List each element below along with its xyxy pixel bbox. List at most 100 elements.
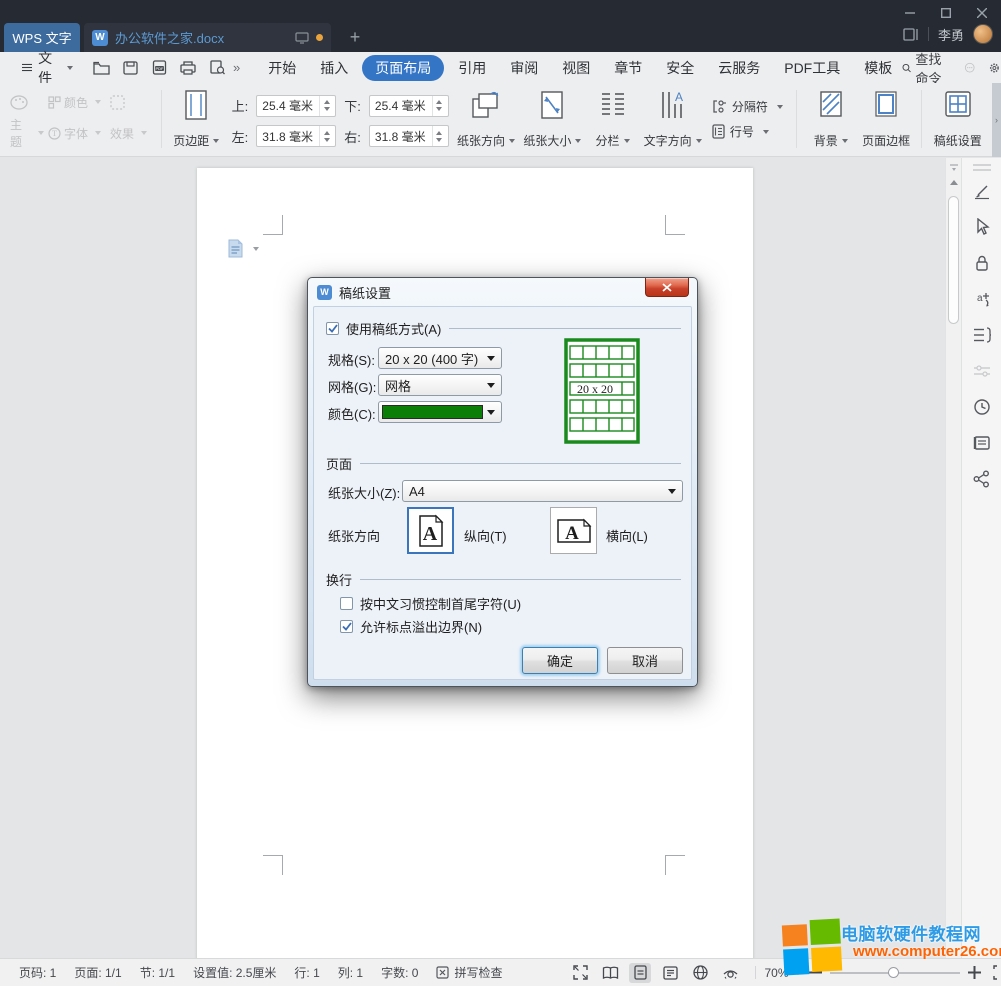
share-icon[interactable] bbox=[964, 461, 1000, 497]
avatar[interactable] bbox=[973, 24, 993, 44]
tab-cloud[interactable]: 云服务 bbox=[708, 55, 770, 81]
eye-protect-icon[interactable] bbox=[719, 963, 741, 983]
columns-button[interactable]: 分栏 bbox=[586, 88, 640, 150]
columns-label: 分栏 bbox=[596, 132, 620, 149]
use-manuscript-checkbox[interactable] bbox=[326, 322, 339, 335]
margin-bottom-spinner[interactable] bbox=[432, 96, 446, 116]
user-name[interactable]: 李勇 bbox=[938, 25, 964, 44]
select-cursor-icon[interactable] bbox=[964, 209, 1000, 245]
text-direction-button[interactable]: A 文字方向 bbox=[640, 88, 706, 150]
dialog-close-button[interactable] bbox=[645, 278, 689, 297]
margin-left-input[interactable] bbox=[257, 129, 319, 143]
manuscript-grid-button[interactable]: 稿纸设置 bbox=[929, 88, 986, 150]
theme-effects-label: 效果 bbox=[110, 125, 134, 142]
status-section[interactable]: 节: 1/1 bbox=[131, 964, 184, 981]
status-setting-value[interactable]: 设置值: 2.5厘米 bbox=[184, 964, 285, 981]
margin-top-label: 上: bbox=[232, 96, 249, 115]
status-column[interactable]: 列: 1 bbox=[329, 964, 372, 981]
background-button[interactable]: 背景 bbox=[804, 88, 858, 150]
web-layout-view-icon[interactable] bbox=[689, 963, 711, 983]
status-spell-check[interactable]: 拼写检查 bbox=[427, 964, 511, 981]
history-clock-icon[interactable] bbox=[964, 389, 1000, 425]
notes-card-icon[interactable] bbox=[964, 425, 1000, 461]
status-pages[interactable]: 页面: 1/1 bbox=[65, 964, 130, 981]
read-mode-icon[interactable] bbox=[599, 963, 621, 983]
paper-size-dropdown[interactable]: A4 bbox=[402, 480, 683, 502]
file-menu[interactable]: 文件 bbox=[22, 48, 73, 88]
margin-top-spinner[interactable] bbox=[319, 96, 333, 116]
outline-pane-icon[interactable] bbox=[964, 317, 1000, 353]
reading-layout-icon[interactable] bbox=[903, 28, 919, 41]
wrap-punctuation-checkbox[interactable] bbox=[340, 620, 353, 633]
lock-icon[interactable] bbox=[964, 245, 1000, 281]
paper-size-button[interactable]: 纸张大小 bbox=[519, 88, 585, 150]
paper-orientation-button[interactable]: 纸张方向 bbox=[453, 88, 519, 150]
page-border-icon bbox=[873, 90, 899, 118]
page-border-button[interactable]: 页面边框 bbox=[858, 88, 915, 150]
tab-home[interactable]: 开始 bbox=[258, 55, 306, 81]
quick-access-more[interactable]: » bbox=[233, 60, 240, 75]
close-button[interactable] bbox=[969, 4, 995, 22]
margin-right-spinner[interactable] bbox=[432, 126, 446, 146]
save-icon[interactable] bbox=[120, 58, 140, 78]
dialog-title: 稿纸设置 bbox=[339, 283, 391, 302]
tab-security[interactable]: 安全 bbox=[656, 55, 704, 81]
tab-template[interactable]: 模板 bbox=[854, 55, 902, 81]
background-icon bbox=[818, 90, 844, 118]
ok-button[interactable]: 确定 bbox=[522, 647, 598, 674]
find-command[interactable]: 查找命令 bbox=[902, 49, 949, 87]
status-word-count[interactable]: 字数: 0 bbox=[372, 964, 427, 981]
color-dropdown[interactable] bbox=[378, 401, 502, 423]
svg-text:a: a bbox=[977, 293, 983, 304]
scrollbar-thumb[interactable] bbox=[948, 196, 959, 324]
margin-bottom-input[interactable] bbox=[370, 99, 432, 113]
sidebar-drag-handle[interactable] bbox=[973, 164, 991, 171]
print-layout-view-icon[interactable] bbox=[629, 963, 651, 983]
adjust-sliders-icon[interactable] bbox=[964, 353, 1000, 389]
fullscreen-view-icon[interactable] bbox=[569, 963, 591, 983]
document-tab[interactable]: W 办公软件之家.docx bbox=[84, 23, 331, 52]
chat-icon[interactable] bbox=[964, 60, 975, 76]
tab-references[interactable]: 引用 bbox=[448, 55, 496, 81]
print-preview-icon[interactable] bbox=[207, 58, 227, 78]
portrait-option[interactable]: A bbox=[407, 507, 454, 554]
ribbon-overflow-arrow[interactable]: › bbox=[992, 83, 1001, 157]
tab-view[interactable]: 视图 bbox=[552, 55, 600, 81]
landscape-option[interactable]: A bbox=[550, 507, 597, 554]
print-icon[interactable] bbox=[178, 58, 198, 78]
line-numbers-button[interactable]: 行号 bbox=[712, 123, 783, 140]
maximize-button[interactable] bbox=[933, 4, 959, 22]
status-page-number[interactable]: 页码: 1 bbox=[10, 964, 65, 981]
minimize-button[interactable] bbox=[897, 4, 923, 22]
tab-pdf-tools[interactable]: PDF工具 bbox=[774, 55, 850, 81]
vertical-scrollbar[interactable] bbox=[945, 158, 961, 958]
margin-right-label: 右: bbox=[344, 127, 361, 146]
landscape-page-icon: A bbox=[556, 517, 592, 545]
tab-section[interactable]: 章节 bbox=[604, 55, 652, 81]
page-quick-settings-button[interactable] bbox=[227, 239, 259, 258]
ruler-toggle-icon[interactable] bbox=[949, 163, 959, 173]
margin-left-spinner[interactable] bbox=[319, 126, 333, 146]
scroll-up-arrow[interactable] bbox=[950, 180, 958, 185]
gear-icon[interactable] bbox=[989, 60, 1000, 76]
open-folder-icon[interactable] bbox=[91, 58, 111, 78]
page-margins-button[interactable]: 页边距 bbox=[169, 88, 224, 150]
outline-view-icon[interactable] bbox=[659, 963, 681, 983]
dialog-titlebar[interactable]: W 稿纸设置 bbox=[308, 278, 697, 306]
margin-right-input[interactable] bbox=[370, 129, 432, 143]
annotate-pen-icon[interactable] bbox=[964, 173, 1000, 209]
cancel-button[interactable]: 取消 bbox=[607, 647, 683, 674]
tab-page-layout[interactable]: 页面布局 bbox=[362, 55, 444, 81]
status-line[interactable]: 行: 1 bbox=[285, 964, 328, 981]
chevron-down-icon bbox=[67, 66, 73, 70]
wrap-first-last-checkbox[interactable] bbox=[340, 597, 353, 610]
margin-top-input[interactable] bbox=[257, 99, 319, 113]
breaks-button[interactable]: 分隔符 bbox=[712, 98, 783, 115]
export-pdf-icon[interactable]: PDF bbox=[149, 58, 169, 78]
new-tab-button[interactable]: + bbox=[344, 26, 366, 48]
spec-dropdown[interactable]: 20 x 20 (400 字) bbox=[378, 347, 502, 369]
tab-review[interactable]: 审阅 bbox=[500, 55, 548, 81]
tab-insert[interactable]: 插入 bbox=[310, 55, 358, 81]
grid-dropdown[interactable]: 网格 bbox=[378, 374, 502, 396]
translate-icon[interactable]: a bbox=[964, 281, 1000, 317]
